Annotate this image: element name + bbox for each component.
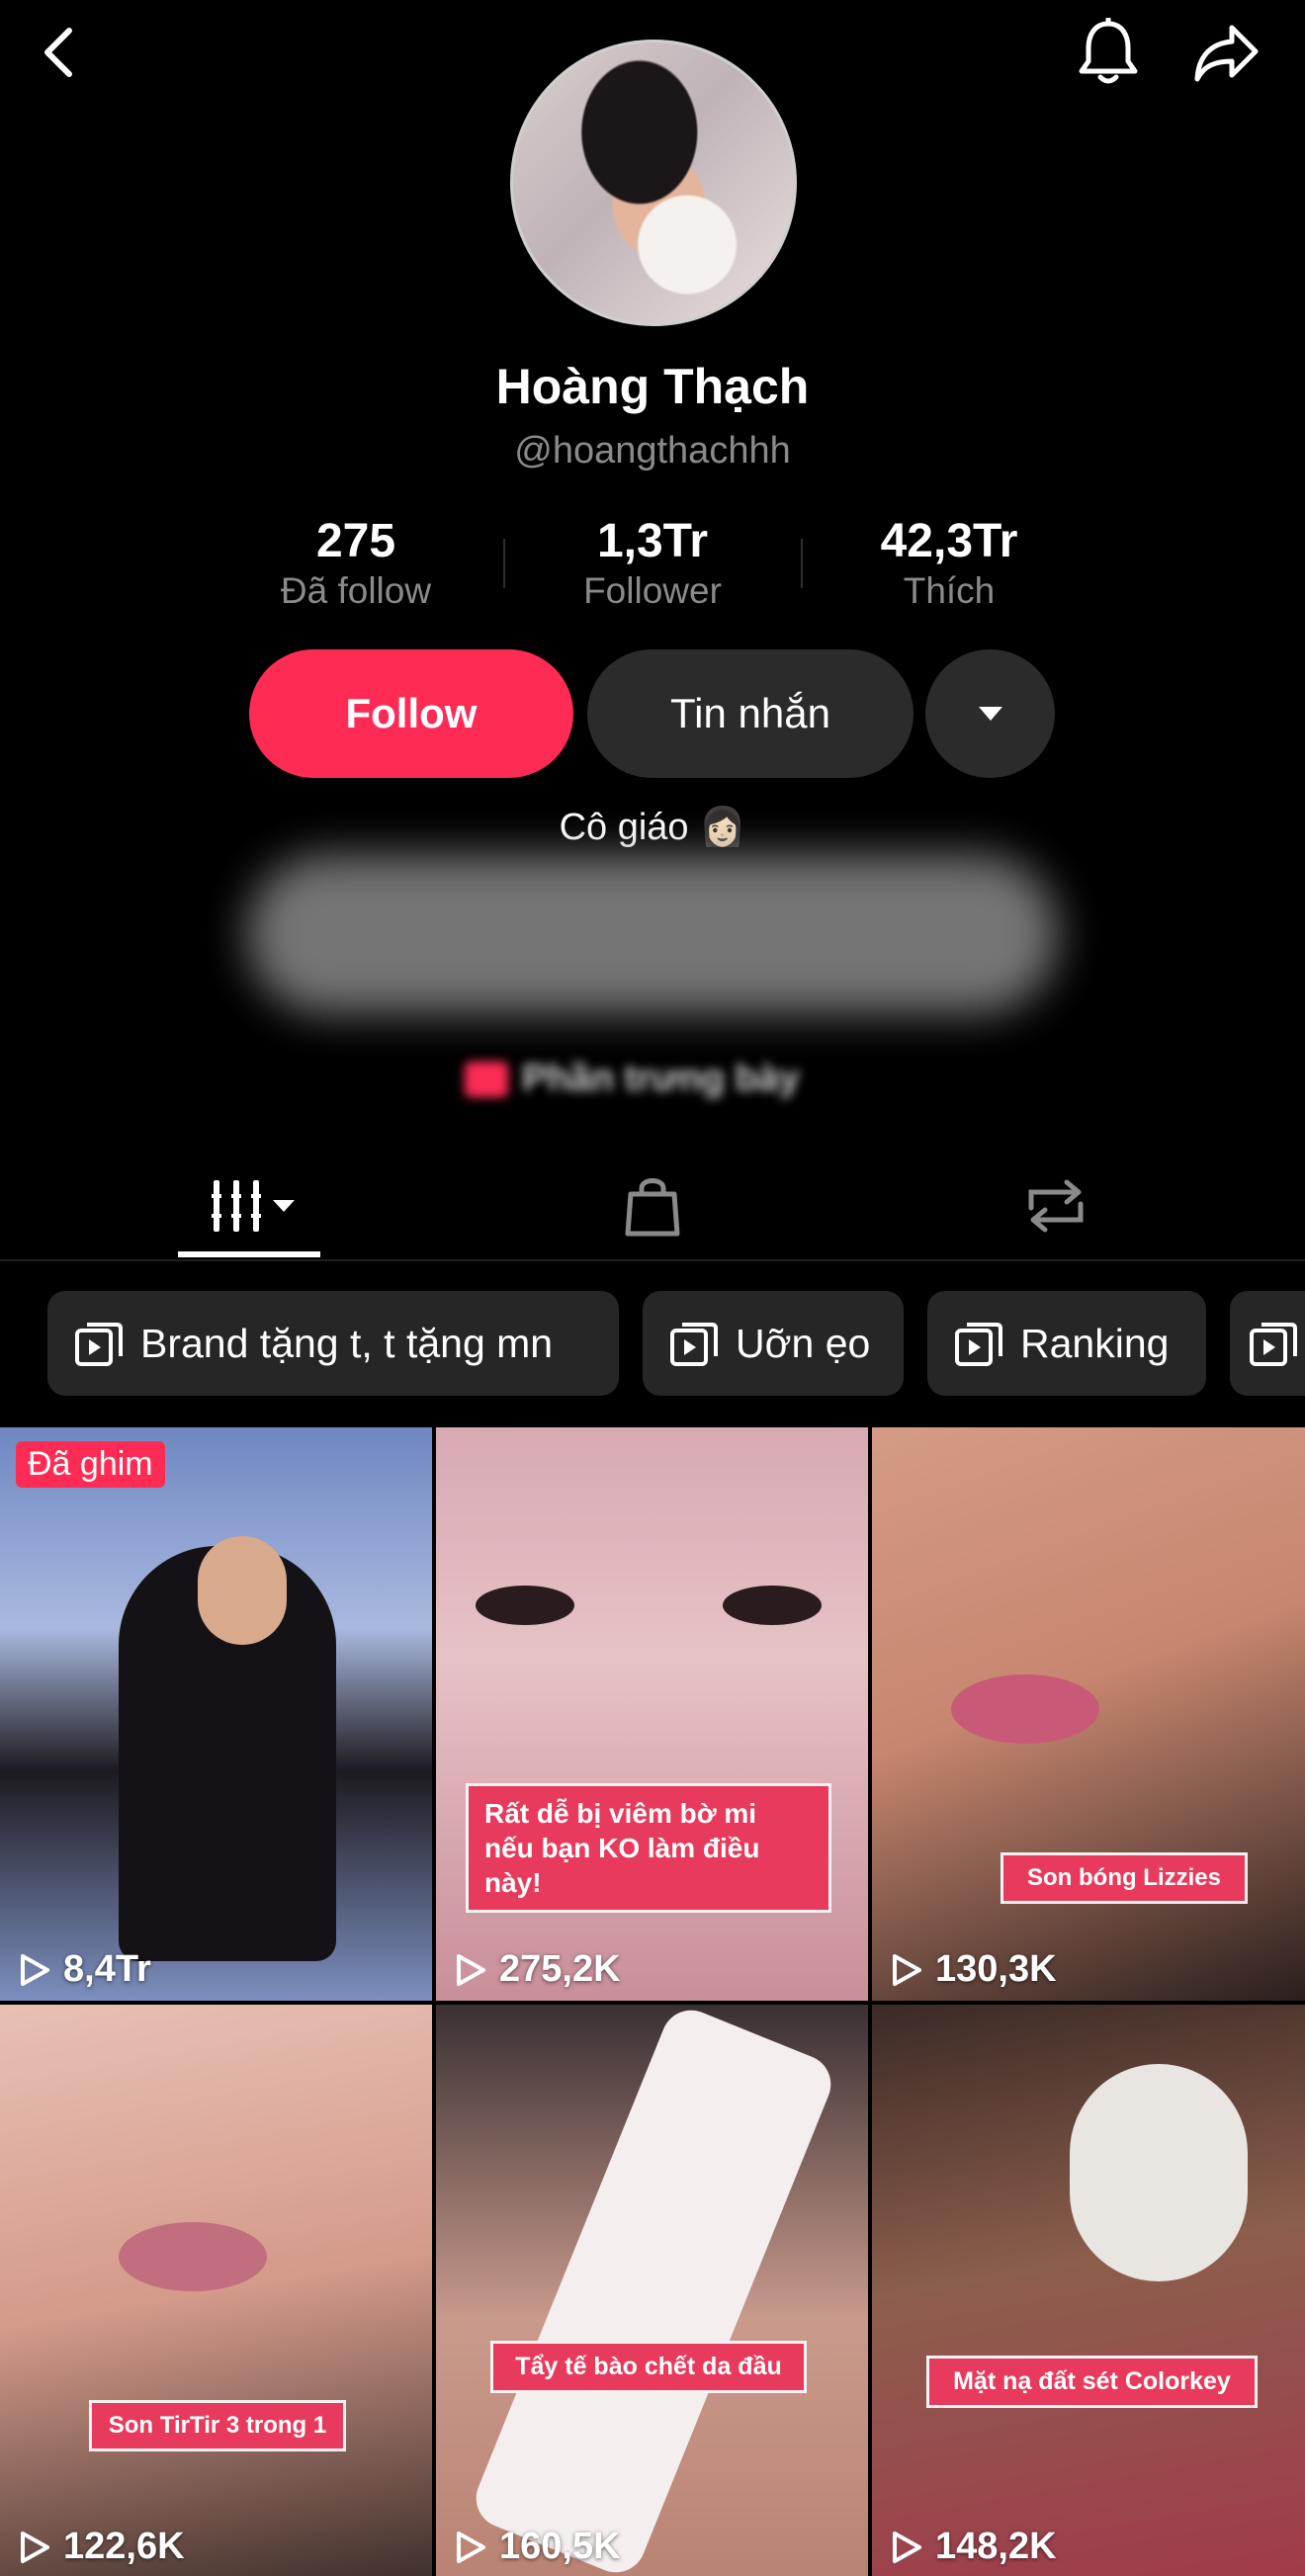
video-caption: Rất dễ bị viêm bờ mi nếu bạn KO làm điều… <box>466 1783 831 1913</box>
share-arrow-icon <box>1194 25 1259 82</box>
video-grid: Đã ghim 8,4Tr Rất dễ bị viêm bờ mi nếu b… <box>0 1427 1305 2576</box>
chevron-left-icon <box>44 28 72 77</box>
play-icon <box>893 2531 921 2563</box>
thumbnail-face <box>198 1536 287 1645</box>
stat-following-label: Đã follow <box>280 570 432 611</box>
video-caption: Son bóng Lizzies <box>1000 1852 1248 1904</box>
profile-avatar[interactable] <box>510 40 797 326</box>
grid-videos-icon <box>212 1180 295 1232</box>
play-icon <box>457 1953 485 1986</box>
thumbnail-face-mask <box>1070 2064 1248 2281</box>
notification-bell-button[interactable] <box>1074 18 1143 87</box>
thumbnail-lips <box>951 1674 1099 1744</box>
message-button[interactable]: Tin nhắn <box>587 649 914 778</box>
thumbnail-eye <box>723 1586 822 1625</box>
showcase-link[interactable]: Phần trưng bày <box>465 1058 800 1100</box>
playlist-chip-label: Uỡn ẹo <box>736 1320 871 1366</box>
video-thumbnail[interactable]: Đã ghim 8,4Tr <box>0 1427 432 2001</box>
playlist-chip[interactable]: Ranking <box>927 1291 1206 1396</box>
stat-followers-value: 1,3Tr <box>596 515 709 567</box>
video-thumbnail[interactable]: Rất dễ bị viêm bờ mi nếu bạn KO làm điều… <box>436 1427 868 2001</box>
tab-shop[interactable] <box>593 1157 712 1255</box>
caret-down-icon <box>978 707 1002 721</box>
video-thumbnail[interactable]: Tẩy tế bào chết da đầu 160,5K <box>436 2005 868 2576</box>
stat-following-value: 275 <box>315 515 396 567</box>
play-icon <box>893 1953 921 1986</box>
view-count: 148,2K <box>890 2526 1057 2568</box>
blurred-bio-text <box>247 855 1058 1013</box>
playlist-chip-label: Brand tặng t, t tặng mn <box>140 1320 554 1366</box>
share-button[interactable] <box>1192 18 1262 87</box>
showcase-icon <box>465 1061 508 1097</box>
playlist-icon <box>1250 1323 1297 1366</box>
pinned-badge: Đã ghim <box>16 1441 165 1488</box>
stat-likes-label: Thích <box>903 570 996 611</box>
view-count-value: 130,3K <box>935 1948 1057 1990</box>
video-caption: Tẩy tế bào chết da đầu <box>490 2341 807 2394</box>
playlist-chip-label: Ranking <box>1020 1320 1170 1366</box>
view-count: 8,4Tr <box>18 1948 151 1991</box>
selected-tab-indicator <box>178 1251 320 1257</box>
stat-likes[interactable]: 42,3Tr Thích <box>801 514 1097 612</box>
bell-icon <box>1079 18 1138 84</box>
follow-button[interactable]: Follow <box>249 649 573 778</box>
tab-videos[interactable] <box>190 1157 308 1255</box>
video-thumbnail[interactable]: Mặt nạ đất sét Colorkey 148,2K <box>872 2005 1305 2576</box>
view-count-value: 122,6K <box>63 2526 185 2567</box>
playlist-icon <box>75 1323 123 1366</box>
stat-following[interactable]: 275 Đã follow <box>208 514 504 612</box>
thumbnail-product-tube <box>467 2005 840 2576</box>
thumbnail-lips <box>119 2222 267 2291</box>
shopping-bag-icon <box>625 1178 680 1237</box>
video-caption: Mặt nạ đất sét Colorkey <box>926 2356 1258 2409</box>
view-count-value: 8,4Tr <box>63 1948 151 1990</box>
view-count-value: 275,2K <box>499 1948 621 1990</box>
view-count: 275,2K <box>454 1948 621 1991</box>
video-thumbnail[interactable]: Son bóng Lizzies 130,3K <box>872 1427 1305 2001</box>
play-icon <box>21 1953 49 1986</box>
video-thumbnail[interactable]: Son TirTir 3 trong 1 122,6K <box>0 2005 432 2576</box>
play-icon <box>457 2531 485 2563</box>
more-options-button[interactable] <box>925 649 1055 778</box>
video-caption: Son TirTir 3 trong 1 <box>89 2400 346 2451</box>
profile-name: Hoàng Thạch <box>495 359 810 414</box>
tab-reposts[interactable] <box>997 1157 1115 1255</box>
view-count-value: 148,2K <box>935 2526 1057 2567</box>
stat-likes-value: 42,3Tr <box>880 515 1018 567</box>
view-count: 130,3K <box>890 1948 1057 1991</box>
play-icon <box>21 2531 49 2563</box>
view-count: 122,6K <box>18 2526 185 2568</box>
playlist-icon <box>955 1323 1002 1366</box>
profile-handle: @hoangthachhh <box>514 430 791 472</box>
showcase-label: Phần trưng bày <box>522 1058 800 1099</box>
repost-icon <box>1028 1179 1084 1233</box>
stat-followers[interactable]: 1,3Tr Follower <box>504 514 801 612</box>
view-count-value: 160,5K <box>499 2526 621 2567</box>
playlist-chip[interactable]: Brand tặng t, t tặng mn <box>47 1291 619 1396</box>
back-button[interactable] <box>24 18 93 87</box>
view-count: 160,5K <box>454 2526 621 2568</box>
playlist-chip[interactable]: Uỡn ẹo <box>643 1291 904 1396</box>
playlist-icon <box>670 1323 718 1366</box>
stat-followers-label: Follower <box>583 570 722 611</box>
thumbnail-eye <box>476 1586 574 1625</box>
playlist-chip[interactable] <box>1230 1291 1305 1396</box>
profile-bio: Cô giáo 👩🏻 <box>559 807 746 848</box>
tabs-divider <box>0 1259 1305 1261</box>
